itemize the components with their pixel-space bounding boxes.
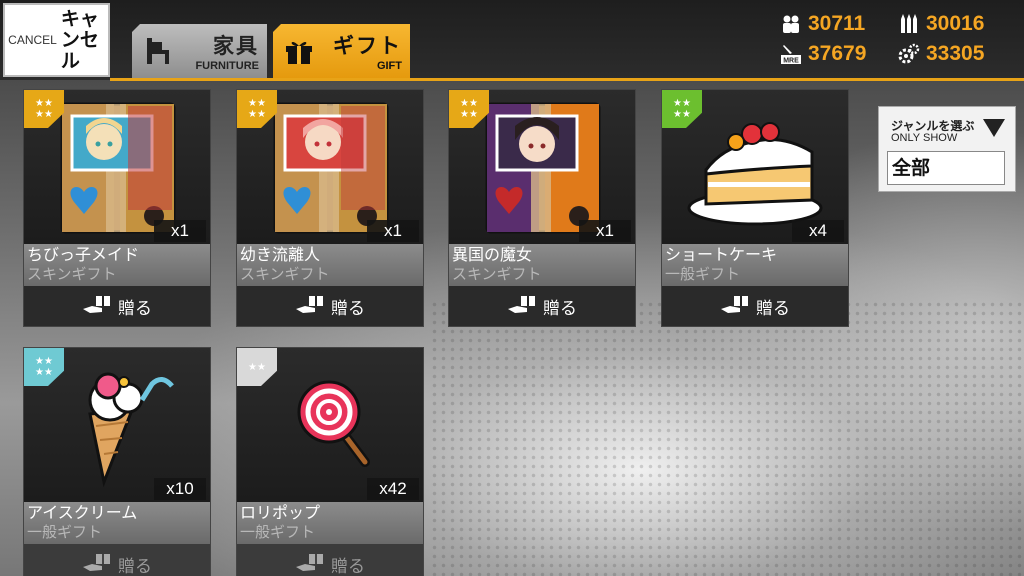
gift-icon	[273, 24, 325, 78]
hand-gift-icon	[82, 551, 112, 576]
send-gift-label: 贈る	[118, 298, 152, 319]
send-gift-button[interactable]: 贈る	[237, 286, 423, 326]
send-gift-button[interactable]: 贈る	[24, 286, 210, 326]
item-type: 一般ギフト	[27, 523, 103, 541]
send-gift-button[interactable]: 贈る	[449, 286, 635, 326]
hand-gift-icon	[507, 293, 537, 320]
item-quantity: x1	[367, 220, 419, 242]
item-quantity: x42	[367, 478, 419, 500]
item-info: ショートケーキ 一般ギフト	[662, 244, 848, 286]
item-name: ちびっ子メイド	[27, 245, 140, 264]
gift-item-card[interactable]: ★★ x42 ロリポップ 一般ギフト 贈る	[236, 347, 424, 576]
item-art: ★★ ★★ x4	[662, 90, 848, 244]
item-info: 異国の魔女 スキンギフト	[449, 244, 635, 286]
mre-value: 37679	[808, 42, 867, 65]
item-info: ちびっ子メイド スキンギフト	[24, 244, 210, 286]
mre-label: MRE	[783, 58, 799, 65]
item-info: ロリポップ 一般ギフト	[237, 502, 423, 544]
manpower-value: 30711	[808, 12, 866, 35]
gift-item-card[interactable]: ★★ ★★ x1 異国の魔女 スキンギフト 贈る	[448, 89, 636, 327]
top-bar-accent-line	[110, 78, 1024, 81]
item-type: 一般ギフト	[240, 523, 316, 541]
send-gift-button[interactable]: 贈る	[237, 544, 423, 576]
tab-furniture[interactable]: 家具 FURNITURE	[132, 24, 267, 78]
send-gift-label: 贈る	[756, 298, 790, 319]
filter-select[interactable]: 全部	[887, 151, 1005, 185]
gift-item-card[interactable]: ★★ ★★ x10 アイスクリーム 一般ギフト 贈る	[23, 347, 211, 576]
cancel-label-jp: キャンセル	[60, 7, 99, 72]
hand-gift-icon	[82, 293, 112, 320]
hand-gift-icon	[295, 551, 325, 576]
item-type: スキンギフト	[27, 265, 117, 283]
hand-gift-icon	[295, 293, 325, 320]
send-gift-button[interactable]: 贈る	[662, 286, 848, 326]
ammo-value: 30016	[926, 12, 985, 35]
parts-gear-icon	[898, 43, 920, 65]
chair-icon	[132, 24, 184, 78]
item-art: ★★ ★★ x1	[237, 90, 423, 244]
parts-value: 33305	[926, 42, 985, 65]
item-quantity: x4	[792, 220, 844, 242]
send-gift-button[interactable]: 贈る	[24, 544, 210, 576]
send-gift-label: 贈る	[331, 556, 365, 576]
hand-gift-icon	[720, 293, 750, 320]
gift-item-card[interactable]: ★★ ★★ x1 幼き流離人 スキンギフト 贈る	[236, 89, 424, 327]
item-name: 幼き流離人	[240, 245, 321, 264]
item-type: 一般ギフト	[665, 265, 741, 283]
item-type: スキンギフト	[240, 265, 330, 283]
item-art: ★★ x42	[237, 348, 423, 502]
item-name: ロリポップ	[240, 503, 321, 522]
tab-gift-label-en: GIFT	[376, 60, 402, 72]
mre-ration-icon: MRE	[780, 43, 802, 65]
item-art: ★★ ★★ x1	[449, 90, 635, 244]
resource-parts: 33305	[898, 42, 984, 66]
gift-item-card[interactable]: ★★ ★★ x4 ショートケーキ 一般ギフト 贈る	[661, 89, 849, 327]
cancel-button[interactable]: CANCEL キャンセル	[3, 3, 110, 77]
manpower-icon	[780, 13, 802, 35]
genre-filter[interactable]: ジャンルを選ぶ ONLY SHOW 全部	[878, 106, 1016, 192]
item-name: 異国の魔女	[452, 245, 533, 264]
dropdown-arrow-icon	[983, 119, 1005, 137]
tab-gift-label: ギフト	[333, 34, 402, 58]
item-name: ショートケーキ	[665, 245, 778, 264]
item-quantity: x1	[154, 220, 206, 242]
item-art: ★★ ★★ x1	[24, 90, 210, 244]
background-pattern	[430, 300, 1024, 576]
filter-label-en: ONLY SHOW	[891, 132, 958, 144]
gift-item-card[interactable]: ★★ ★★ x1 ちびっ子メイド スキンギフト 贈る	[23, 89, 211, 327]
tab-furniture-label-en: FURNITURE	[195, 60, 259, 72]
tab-gift[interactable]: ギフト GIFT	[273, 24, 410, 78]
resource-ammo: 30016	[898, 12, 984, 36]
send-gift-label: 贈る	[543, 298, 577, 319]
item-info: アイスクリーム 一般ギフト	[24, 502, 210, 544]
send-gift-label: 贈る	[331, 298, 365, 319]
item-type: スキンギフト	[452, 265, 542, 283]
send-gift-label: 贈る	[118, 556, 152, 576]
item-name: アイスクリーム	[27, 503, 138, 522]
item-quantity: x10	[154, 478, 206, 500]
item-info: 幼き流離人 スキンギフト	[237, 244, 423, 286]
cancel-label-en: CANCEL	[8, 33, 57, 47]
ammo-icon	[898, 13, 920, 35]
item-quantity: x1	[579, 220, 631, 242]
resource-mre: MRE 37679	[780, 42, 866, 66]
resource-manpower: 30711	[780, 12, 865, 36]
tab-furniture-label: 家具	[213, 34, 259, 58]
item-art: ★★ ★★ x10	[24, 348, 210, 502]
